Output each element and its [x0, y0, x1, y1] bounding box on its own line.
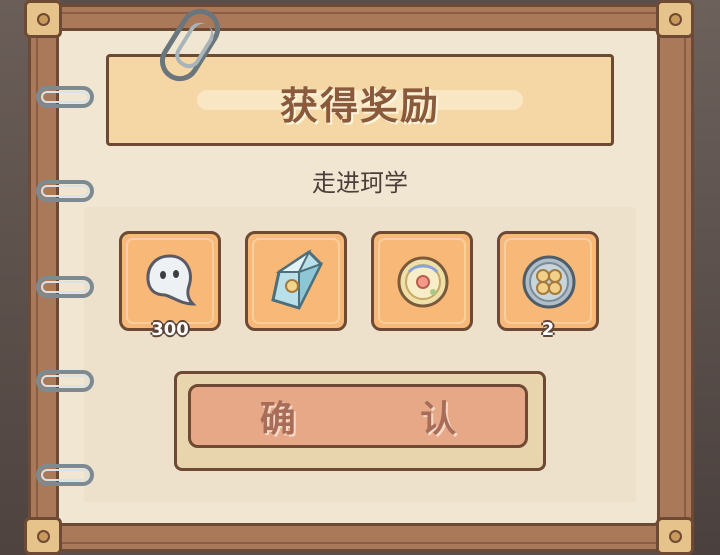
reward-slot[interactable]: 300: [119, 231, 221, 340]
ghost-icon: [146, 254, 197, 306]
clover-coin-icon: [522, 255, 576, 309]
confirm-button-label: 确 认: [259, 398, 513, 440]
binder-ring-icon: [36, 86, 94, 108]
crystal-icon: [271, 249, 324, 310]
confirm-button[interactable]: 确 认: [188, 384, 528, 448]
corner-bracket-icon: [656, 517, 694, 555]
reward-count: 2: [541, 319, 555, 340]
binder-ring-icon: [36, 464, 94, 486]
reward-count: 300: [151, 319, 189, 340]
binder-ring-icon: [36, 370, 94, 392]
orb-icon: [397, 256, 449, 308]
dialog-title: 获得奖励: [279, 83, 440, 128]
reward-slot[interactable]: [245, 231, 347, 331]
dialog-subtitle: 走进珂学: [312, 169, 408, 197]
corner-bracket-icon: [24, 517, 62, 555]
binder-ring-icon: [36, 276, 94, 298]
reward-slot[interactable]: [371, 231, 473, 331]
reward-slot[interactable]: 2: [497, 231, 599, 340]
corner-bracket-icon: [24, 0, 62, 38]
corner-bracket-icon: [656, 0, 694, 38]
